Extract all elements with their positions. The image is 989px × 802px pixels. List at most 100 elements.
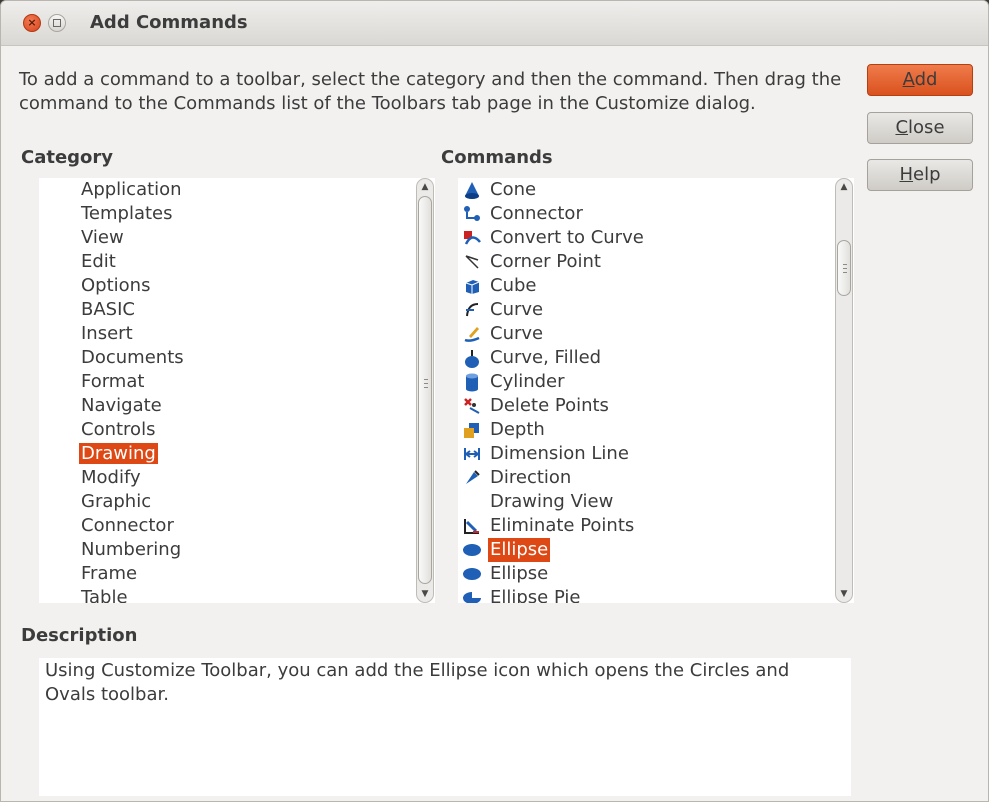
commands-list[interactable]: Cone Connector Convert to Curve Corner Poin… xyxy=(458,178,854,603)
depth-icon xyxy=(464,423,479,438)
category-item-label: Insert xyxy=(81,323,133,344)
category-item[interactable]: Frame xyxy=(79,562,139,586)
ellipse-pie-icon xyxy=(463,592,481,603)
command-item[interactable]: Direction xyxy=(458,466,834,490)
command-item-label: Drawing View xyxy=(490,491,614,512)
command-item-label: Eliminate Points xyxy=(490,515,635,536)
category-item-label: Format xyxy=(81,371,145,392)
curve-icon xyxy=(466,303,479,317)
scroll-down-icon[interactable]: ▼ xyxy=(839,590,849,599)
command-item[interactable]: Drawing View xyxy=(458,490,834,514)
scroll-up-icon[interactable]: ▲ xyxy=(420,183,430,192)
description-label: Description xyxy=(21,625,138,646)
add-mnemonic: A xyxy=(902,69,915,90)
category-item[interactable]: View xyxy=(79,226,126,250)
category-item[interactable]: Documents xyxy=(79,346,186,370)
category-scrollbar[interactable]: ▲ ▼ xyxy=(416,178,434,603)
title-bar: × Add Commands xyxy=(1,1,988,46)
category-item[interactable]: Format xyxy=(79,370,146,394)
category-item[interactable]: Application xyxy=(79,178,184,202)
command-item[interactable]: Cube xyxy=(458,274,834,298)
scroll-down-icon[interactable]: ▼ xyxy=(420,590,430,599)
category-item-label: Templates xyxy=(81,203,173,224)
command-item-label: Corner Point xyxy=(490,251,601,272)
category-item-label: Controls xyxy=(81,419,156,440)
category-item[interactable]: Templates xyxy=(79,202,175,226)
command-item[interactable]: Connector xyxy=(458,202,834,226)
category-item[interactable]: Controls xyxy=(79,418,157,442)
cylinder-icon xyxy=(466,373,478,392)
direction-icon xyxy=(466,470,480,484)
ellipse-icon xyxy=(463,568,481,580)
category-item[interactable]: Options xyxy=(79,274,152,298)
maximize-window-icon[interactable] xyxy=(48,14,66,32)
commands-label: Commands xyxy=(441,147,553,168)
instructions-text: To add a command to a toolbar, select th… xyxy=(19,69,842,114)
command-item[interactable]: Ellipse xyxy=(458,562,834,586)
command-item-label: Cube xyxy=(490,275,537,296)
category-label: Category xyxy=(21,147,114,168)
command-item-label: Curve xyxy=(490,323,544,344)
corner-point-icon xyxy=(465,255,479,269)
category-item[interactable]: BASIC xyxy=(79,298,137,322)
add-button[interactable]: Add xyxy=(867,64,973,96)
dimension-line-icon xyxy=(464,448,480,460)
category-item[interactable]: Connector xyxy=(79,514,176,538)
cube-icon xyxy=(465,280,480,294)
category-item-label: Connector xyxy=(81,515,174,536)
command-item-label: Cone xyxy=(490,179,537,200)
category-item-label: Numbering xyxy=(81,539,182,560)
command-item[interactable]: Ellipse xyxy=(458,538,834,562)
help-mnemonic: H xyxy=(899,164,914,185)
command-item-label: Connector xyxy=(490,203,583,224)
command-item[interactable]: Curve xyxy=(458,322,834,346)
command-item-label: Cylinder xyxy=(490,371,565,392)
description-text: Using Customize Toolbar, you can add the… xyxy=(39,658,851,796)
cone-icon xyxy=(465,182,479,199)
command-item[interactable]: Depth xyxy=(458,418,834,442)
command-item-label: Curve xyxy=(490,299,544,320)
category-scroll-thumb[interactable] xyxy=(418,196,432,584)
category-item-label: Graphic xyxy=(81,491,152,512)
category-item-label: Drawing xyxy=(79,443,158,464)
category-list[interactable]: Application Templates View Edit Options BASIC… xyxy=(39,178,435,603)
command-item-label: Ellipse Pie xyxy=(490,587,581,603)
close-mnemonic: C xyxy=(895,117,909,138)
command-item[interactable]: Curve, Filled xyxy=(458,346,834,370)
category-item[interactable]: Edit xyxy=(79,250,118,274)
command-item[interactable]: Ellipse Pie xyxy=(458,586,834,603)
category-item-label: Application xyxy=(81,179,182,200)
command-item[interactable]: Convert to Curve xyxy=(458,226,834,250)
command-item[interactable]: Cylinder xyxy=(458,370,834,394)
commands-scroll-thumb[interactable] xyxy=(837,240,851,296)
category-item-label: Documents xyxy=(81,347,184,368)
category-item[interactable]: Table xyxy=(79,586,130,603)
category-item[interactable]: Navigate xyxy=(79,394,164,418)
category-item-label: Navigate xyxy=(81,395,162,416)
category-item-label: BASIC xyxy=(81,299,135,320)
command-item[interactable]: Curve xyxy=(458,298,834,322)
close-button[interactable]: Close xyxy=(867,112,973,144)
category-item[interactable]: Graphic xyxy=(79,490,153,514)
command-item-label: Convert to Curve xyxy=(490,227,644,248)
command-item[interactable]: Delete Points xyxy=(458,394,834,418)
command-item[interactable]: Cone xyxy=(458,178,834,202)
category-item[interactable]: Numbering xyxy=(79,538,183,562)
scroll-up-icon[interactable]: ▲ xyxy=(839,183,849,192)
help-button[interactable]: Help xyxy=(867,159,973,191)
command-item[interactable]: Corner Point xyxy=(458,250,834,274)
category-item[interactable]: Insert xyxy=(79,322,135,346)
category-item-label: Table xyxy=(81,587,128,603)
command-item-label: Direction xyxy=(490,467,572,488)
window-title: Add Commands xyxy=(90,12,248,33)
category-item[interactable]: Modify xyxy=(79,466,143,490)
command-item[interactable]: Eliminate Points xyxy=(458,514,834,538)
convert-to-curve-icon xyxy=(464,231,481,245)
curve-filled-icon xyxy=(465,350,479,368)
connector-icon xyxy=(464,206,480,221)
category-item[interactable]: Drawing xyxy=(79,442,158,466)
commands-scrollbar[interactable]: ▲ ▼ xyxy=(835,178,853,603)
close-window-icon[interactable]: × xyxy=(23,14,41,32)
close-label: lose xyxy=(908,117,945,138)
command-item[interactable]: Dimension Line xyxy=(458,442,834,466)
